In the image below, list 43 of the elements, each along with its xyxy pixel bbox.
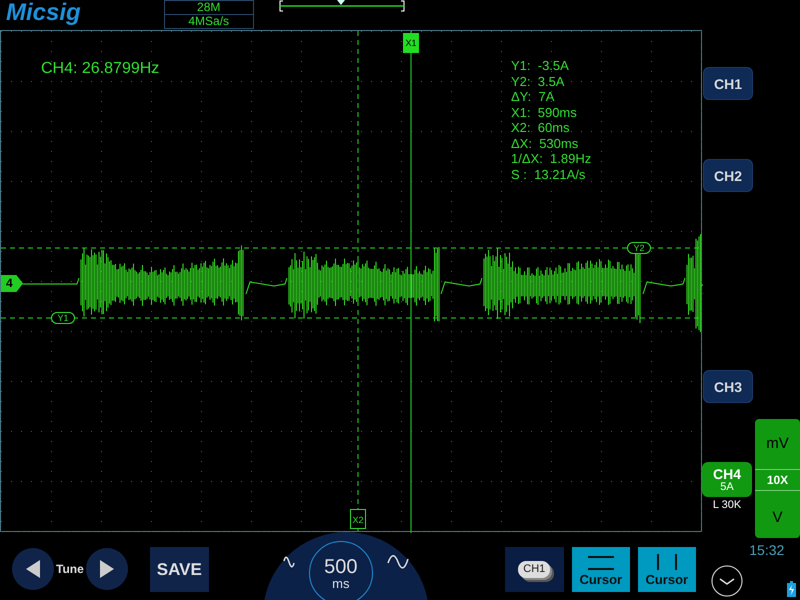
brand-logo: Micsig: [6, 1, 81, 25]
channel-button[interactable]: CH3: [703, 370, 753, 403]
measurement-readout: ΔY: 7A: [511, 89, 556, 104]
measurement-readout: X1: 590ms: [511, 104, 578, 120]
cursor-label[interactable]: Y2: [627, 242, 651, 254]
channel-button[interactable]: CH4 5A: [702, 462, 752, 497]
measurement-readout: 1/ΔX: 1.89Hz: [511, 151, 592, 166]
cursor-label[interactable]: X1: [403, 33, 419, 53]
vertical-lines-icon: [654, 554, 679, 570]
save-button[interactable]: SAVE: [150, 547, 209, 592]
unit-label[interactable]: V: [772, 507, 782, 530]
timebase-dial[interactable]: 500 ms: [262, 532, 429, 600]
memory-depth: 28M: [164, 1, 253, 15]
cursor-button[interactable]: Cursor: [572, 547, 630, 592]
frequency-readout: CH4: 26.8799Hz: [41, 59, 160, 79]
previous-button[interactable]: [12, 548, 54, 590]
unit-selector[interactable]: mV 10X V: [755, 419, 800, 538]
right-triangle-icon: [100, 560, 114, 578]
measurement-readout: ΔX: 530ms: [511, 136, 580, 151]
left-triangle-icon: [26, 560, 40, 578]
channel-button[interactable]: CH1: [703, 67, 753, 100]
channel-select-button[interactable]: CH1: [504, 547, 564, 592]
cursor-button[interactable]: Cursor: [638, 547, 696, 592]
measurement-readout: Y1: -3.5A: [511, 58, 570, 74]
cursor-label[interactable]: Y1: [51, 312, 75, 324]
timeline-bracket-icon: [278, 0, 405, 12]
coupling-label: L 30K: [712, 498, 742, 513]
probe-ratio[interactable]: 10X: [755, 469, 800, 491]
horizontal-lines-icon: [588, 556, 614, 570]
tune-label: Tune: [56, 561, 84, 578]
cursor-label[interactable]: X2: [350, 509, 366, 529]
chevron-down-icon[interactable]: [711, 565, 744, 597]
sample-rate: 4MSa/s: [187, 15, 230, 28]
timebase-value[interactable]: 500 ms: [308, 541, 373, 600]
channel-marker[interactable]: 4: [1, 275, 23, 292]
measurement-readout: Y2: 3.5A: [511, 74, 566, 89]
clock-time: 15:32: [749, 541, 784, 560]
next-button[interactable]: [86, 548, 128, 590]
measurement-readout: X2: 60ms: [511, 120, 571, 136]
unit-label[interactable]: mV: [766, 433, 789, 465]
channel-button[interactable]: CH2: [703, 159, 753, 192]
measurement-readout: S : 13.21A/s: [511, 166, 586, 182]
battery-charging-icon: [787, 581, 796, 597]
